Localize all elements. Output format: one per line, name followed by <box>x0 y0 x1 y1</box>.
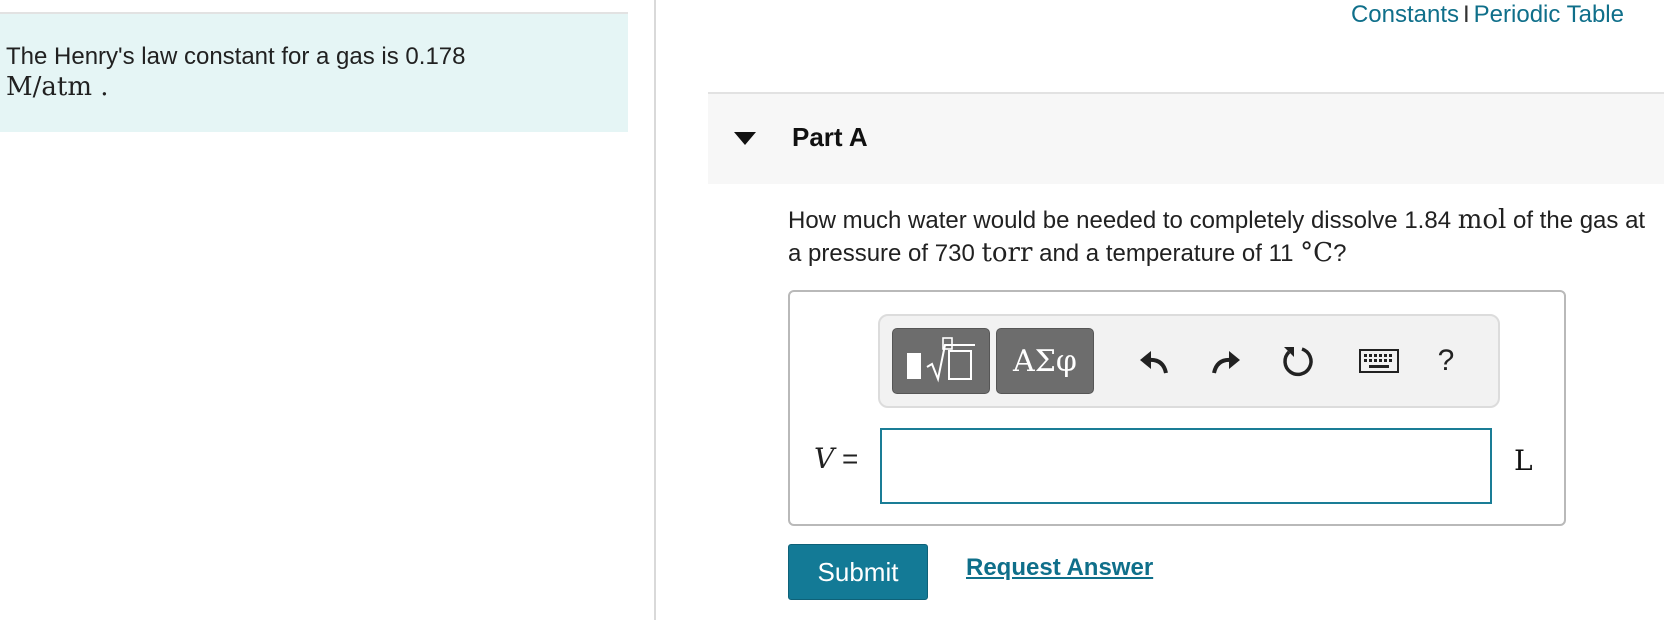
undo-button[interactable] <box>1132 338 1176 384</box>
collapse-caret-icon[interactable] <box>734 132 756 145</box>
templates-sqrt-icon <box>907 337 975 383</box>
question-unit-torr: torr <box>981 238 1033 268</box>
question-unit-mol: mol <box>1457 205 1507 235</box>
answer-input[interactable] <box>880 428 1492 504</box>
question-text: How much water would be needed to comple… <box>788 204 1658 270</box>
answer-box: ΑΣφ ? V = L <box>788 290 1566 526</box>
reset-icon <box>1283 347 1313 377</box>
intro-unit: M/atm . <box>6 72 109 102</box>
undo-icon <box>1140 351 1168 374</box>
redo-icon <box>1212 351 1240 374</box>
variable-label: V = <box>814 442 858 475</box>
help-button[interactable]: ? <box>1424 338 1468 384</box>
constants-link[interactable]: Constants <box>1351 1 1459 28</box>
periodic-table-link[interactable]: Periodic Table <box>1474 1 1624 28</box>
reset-button[interactable] <box>1276 338 1320 384</box>
left-panel: The Henry's law constant for a gas is 0.… <box>0 0 654 620</box>
part-header[interactable]: Part A <box>708 92 1664 184</box>
greek-symbols-button[interactable]: ΑΣφ <box>996 328 1094 394</box>
unit-label: L <box>1514 444 1533 477</box>
resource-links: Constants I Periodic Table <box>1351 0 1624 30</box>
math-toolbar: ΑΣφ ? <box>878 314 1500 408</box>
question-part: and a temperature of 11 <box>1032 240 1301 267</box>
variable-symbol: V <box>814 442 835 475</box>
request-answer-link[interactable]: Request Answer <box>966 554 1153 582</box>
question-unit-celsius: °C <box>1300 238 1334 268</box>
keyboard-icon <box>1359 349 1399 373</box>
templates-button[interactable] <box>892 328 990 394</box>
question-part: ? <box>1333 240 1347 267</box>
intro-box: The Henry's law constant for a gas is 0.… <box>0 12 628 132</box>
equals-sign: = <box>842 443 859 474</box>
keyboard-button[interactable] <box>1354 338 1404 384</box>
intro-text: The Henry's law constant for a gas is 0.… <box>6 43 466 70</box>
redo-button[interactable] <box>1204 338 1248 384</box>
question-part: How much water would be needed to comple… <box>788 207 1458 234</box>
panel-divider <box>654 0 656 620</box>
link-separator: I <box>1463 1 1470 28</box>
part-title: Part A <box>792 122 868 152</box>
submit-button[interactable]: Submit <box>788 544 928 600</box>
